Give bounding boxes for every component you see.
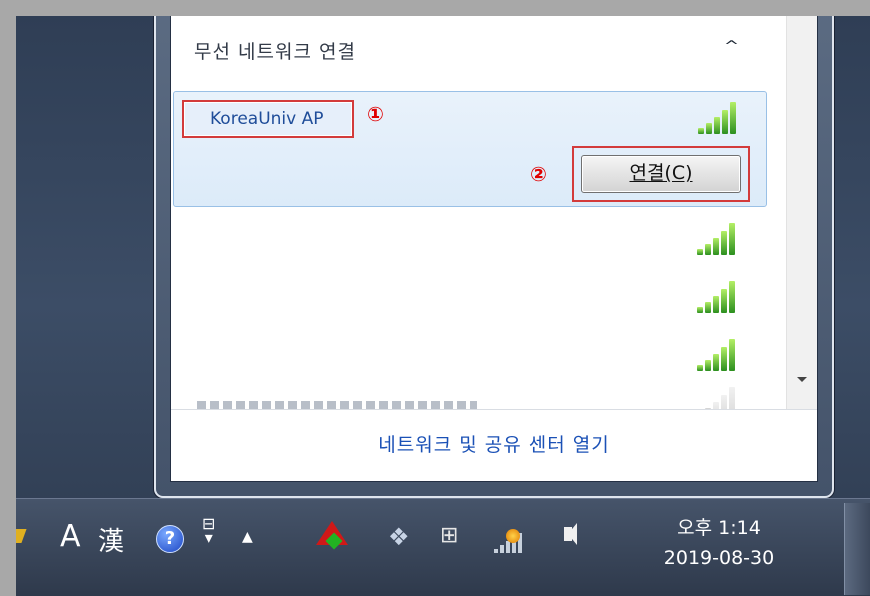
signal-strength-icon <box>694 98 738 134</box>
flyout-panel: 무선 네트워크 연결 ^ KoreaUniv AP ① ② 연결(C) 네트워크… <box>170 16 818 482</box>
ime-mode-indicator[interactable]: A <box>60 519 81 554</box>
show-hidden-icons-icon[interactable]: ▲ <box>242 529 253 545</box>
network-item-selected[interactable]: KoreaUniv AP ① ② 연결(C) <box>173 91 767 207</box>
ime-options-icon[interactable]: ⊟ ▾ <box>202 516 215 546</box>
clock-time: 오후 1:14 <box>677 517 761 539</box>
desktop: 무선 네트워크 연결 ^ KoreaUniv AP ① ② 연결(C) 네트워크… <box>16 16 870 596</box>
help-icon[interactable]: ? <box>156 525 184 553</box>
volume-icon[interactable] <box>564 523 577 545</box>
scroll-down-icon[interactable] <box>797 377 807 382</box>
signal-strength-icon <box>693 219 737 255</box>
pen-icon[interactable] <box>16 529 27 543</box>
ime-hanja-indicator[interactable]: 漢 <box>98 521 124 558</box>
connect-highlight: 연결(C) <box>572 146 750 202</box>
network-icon[interactable] <box>494 525 528 553</box>
clock-date: 2019-08-30 <box>663 547 775 569</box>
network-alert-icon <box>506 529 520 543</box>
annotation-1: ① <box>367 102 384 126</box>
network-flyout: 무선 네트워크 연결 ^ KoreaUniv AP ① ② 연결(C) 네트워크… <box>154 16 834 498</box>
network-list: 무선 네트워크 연결 ^ KoreaUniv AP ① ② 연결(C) <box>171 16 817 410</box>
connect-button[interactable]: 연결(C) <box>581 155 741 193</box>
network-item[interactable] <box>173 267 765 321</box>
show-desktop-button[interactable] <box>844 503 870 595</box>
clock[interactable]: 오후 1:14 2019-08-30 <box>634 513 804 573</box>
network-item[interactable] <box>173 209 765 263</box>
scrollbar[interactable] <box>786 16 817 409</box>
network-name-cut-off <box>197 401 477 409</box>
signal-strength-icon <box>693 335 737 371</box>
signal-strength-icon <box>693 383 737 409</box>
section-title: 무선 네트워크 연결 <box>194 41 356 63</box>
power-icon[interactable]: ⊞ <box>440 523 458 548</box>
network-center-link[interactable]: 네트워크 및 공유 센터 열기 <box>171 409 817 481</box>
dropbox-icon[interactable]: ❖ <box>388 523 410 551</box>
annotation-2: ② <box>530 162 547 186</box>
network-item[interactable] <box>173 325 765 379</box>
collapse-chevron-icon[interactable]: ^ <box>724 39 739 54</box>
signal-strength-icon <box>693 277 737 313</box>
network-name: KoreaUniv AP <box>182 100 354 138</box>
taskbar: A 漢 ? ⊟ ▾ ▲ ❖ ⊞ 오후 1:14 2019-08-30 <box>16 498 870 596</box>
